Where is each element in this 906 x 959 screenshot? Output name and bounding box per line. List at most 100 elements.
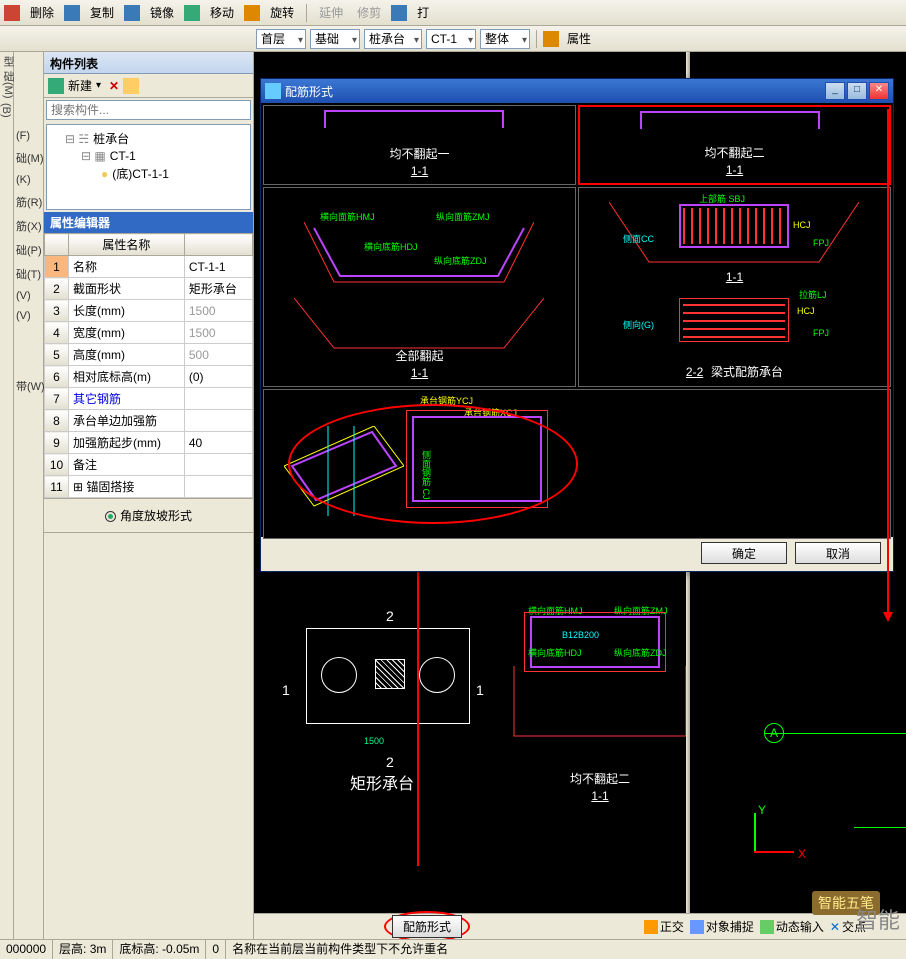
cat-3[interactable]: 筋(R) (16, 194, 41, 210)
dim-2b: 2 (386, 754, 394, 770)
ok-button[interactable]: 确定 (701, 542, 787, 564)
status-floor-h: 层高: 3m (53, 940, 113, 959)
prop-title: 属性编辑器 (44, 212, 253, 233)
rebar-form-button[interactable]: 配筋形式 (392, 915, 462, 938)
cat-5[interactable]: 础(P) (16, 242, 41, 258)
selector-toolbar: 首层 基础 桩承台 CT-1 整体 属性 (0, 26, 906, 52)
component-panel: 构件列表 新建 ▾ ✕ ⊟ ☵桩承台 ⊟ ▦CT-1 ●(底)CT-1-1 属性… (44, 52, 254, 939)
form-option-1[interactable]: 均不翻起一1-1 (263, 105, 576, 185)
side-categories: (F) 础(M) (K) 筋(R) 筋(X) 础(P) 础(T) (V) (V)… (14, 52, 44, 939)
copy-button[interactable]: 复制 (86, 4, 118, 21)
panel-title: 构件列表 (44, 52, 253, 74)
dialog-title: 配筋形式 (285, 83, 333, 100)
angle-slope-row[interactable]: 角度放坡形式 (44, 498, 253, 533)
cat-9[interactable]: 带(W) (16, 378, 41, 394)
axis-bubble-a: A (764, 723, 784, 743)
rebar-form-dialog: 配筋形式 _ □ ✕ 均不翻起一1-1 均不翻起二1-1 横向面筋HMJ 纵向面… (260, 78, 894, 572)
left-strip: 型 础(M) (B) (0, 52, 14, 939)
annotation-side-arrow (887, 109, 889, 619)
annotation-ellipse (288, 404, 578, 524)
move-button[interactable]: 移动 (206, 4, 238, 21)
form-option-3[interactable]: 横向面筋HMJ 纵向面筋ZMJ 横向底筋HDJ 纵向底筋ZDJ 全部翻起1-1 (263, 187, 576, 387)
minimize-button[interactable]: _ (825, 82, 845, 100)
dim-1b: 1 (476, 682, 484, 698)
dialog-body: 均不翻起一1-1 均不翻起二1-1 横向面筋HMJ 纵向面筋ZMJ 横向底筋HD… (261, 103, 893, 537)
cancel-button[interactable]: 取消 (795, 542, 881, 564)
mirror-icon[interactable] (124, 5, 140, 21)
hatch-icon (375, 659, 405, 689)
delete-x-icon[interactable]: ✕ (109, 79, 119, 93)
new-button[interactable]: 新建 (68, 77, 92, 94)
tree-ct1[interactable]: ⊟ ▦CT-1 (51, 148, 246, 164)
ct-combo[interactable]: CT-1 (426, 29, 476, 49)
dim-1500: 1500 (364, 736, 384, 746)
move-icon[interactable] (184, 5, 200, 21)
base-combo[interactable]: 基础 (310, 29, 360, 49)
dyn-toggle[interactable]: 动态输入 (760, 918, 824, 935)
trim-button: 修剪 (353, 4, 385, 21)
dim-2a: 2 (386, 608, 394, 624)
circle-1 (321, 657, 357, 693)
outer-box (524, 612, 666, 672)
grid-h1 (764, 733, 906, 734)
ortho-toggle[interactable]: 正交 (644, 918, 684, 935)
print-button[interactable]: 打 (413, 4, 433, 21)
print-icon[interactable] (391, 5, 407, 21)
canvas-right: A 3000 3000 Y X (694, 593, 906, 913)
copy-icon[interactable] (64, 5, 80, 21)
form-option-4[interactable]: 上部筋 SBJ 侧面CC HCJ FPJ 1-1 拉筋LJ 侧向(G) HCJ … (578, 187, 891, 387)
rect-plan (306, 628, 470, 724)
main-toolbar: 删除 复制 镜像 移动 旋转 延伸 修剪 打 (0, 0, 906, 26)
dim-1a: 1 (282, 682, 290, 698)
cat-6[interactable]: 础(T) (16, 266, 41, 282)
status-coord: 000000 (0, 940, 53, 959)
circle-2 (419, 657, 455, 693)
cat-4[interactable]: 筋(X) (16, 218, 41, 234)
rotate-button[interactable]: 旋转 (266, 4, 298, 21)
tree-root[interactable]: ⊟ ☵桩承台 (51, 129, 246, 148)
panel-tools: 新建 ▾ ✕ (44, 74, 253, 98)
rotate-icon[interactable] (244, 5, 260, 21)
status-msg: 名称在当前层当前构件类型下不允许重名 (226, 940, 906, 959)
cat-2[interactable]: (K) (16, 174, 41, 186)
property-grid[interactable]: 属性名称 1名称CT-1-1 2截面形状矩形承台 3长度(mm)1500 4宽度… (44, 233, 253, 498)
cat-0[interactable]: (F) (16, 130, 41, 142)
canvas-toolbar: 配筋形式 正交 对象捕捉 动态输入 ✕交点 (254, 913, 906, 939)
new-icon[interactable] (48, 78, 64, 94)
cat-7[interactable]: (V) (16, 290, 41, 302)
floor-combo[interactable]: 首层 (256, 29, 306, 49)
status-zero: 0 (206, 940, 226, 959)
close-button[interactable]: ✕ (869, 82, 889, 100)
status-bar: 000000 层高: 3m 底标高: -0.05m 0 名称在当前层当前构件类型… (0, 939, 906, 959)
whole-combo[interactable]: 整体 (480, 29, 530, 49)
prop-icon[interactable] (543, 31, 559, 47)
cat-8[interactable]: (V) (16, 310, 41, 322)
cross-section: 横向面筋HMJ 纵向面筋ZMJ B12B200 横向底筋HDJ 纵向底筋ZDJ … (510, 592, 690, 812)
prop-button[interactable]: 属性 (563, 30, 595, 47)
mirror-button[interactable]: 镜像 (146, 4, 178, 21)
dialog-titlebar[interactable]: 配筋形式 _ □ ✕ (261, 79, 893, 103)
prop-col-name: 属性名称 (69, 234, 185, 256)
dialog-footer: 确定 取消 (261, 537, 893, 569)
delete-button[interactable]: 删除 (26, 4, 58, 21)
strip-c: (B) (0, 103, 12, 118)
delete-icon[interactable] (4, 5, 20, 21)
dialog-icon (265, 83, 281, 99)
search-input[interactable] (46, 100, 251, 120)
copy-item-icon[interactable] (123, 78, 139, 94)
rebar-form-highlight: 配筋形式 (384, 911, 470, 942)
form-option-2[interactable]: 均不翻起二1-1 (578, 105, 891, 185)
rect-label: 矩形承台 (350, 770, 414, 794)
status-bottom-h: 底标高: -0.05m (113, 940, 206, 959)
radio-icon[interactable] (105, 511, 116, 522)
snap-toggle[interactable]: 对象捕捉 (690, 918, 754, 935)
watermark: 智能 (856, 903, 900, 935)
form-option-5[interactable]: 承台钢筋YCJ 承台钢筋XCJ 侧面钢筋 CJ (263, 389, 891, 539)
pile-combo[interactable]: 桩承台 (364, 29, 422, 49)
component-tree[interactable]: ⊟ ☵桩承台 ⊟ ▦CT-1 ●(底)CT-1-1 (46, 124, 251, 210)
maximize-button[interactable]: □ (847, 82, 867, 100)
cat-1[interactable]: 础(M) (16, 150, 41, 166)
extend-button: 延伸 (315, 4, 347, 21)
grid-h2 (854, 827, 906, 828)
tree-bottom[interactable]: ●(底)CT-1-1 (51, 164, 246, 183)
